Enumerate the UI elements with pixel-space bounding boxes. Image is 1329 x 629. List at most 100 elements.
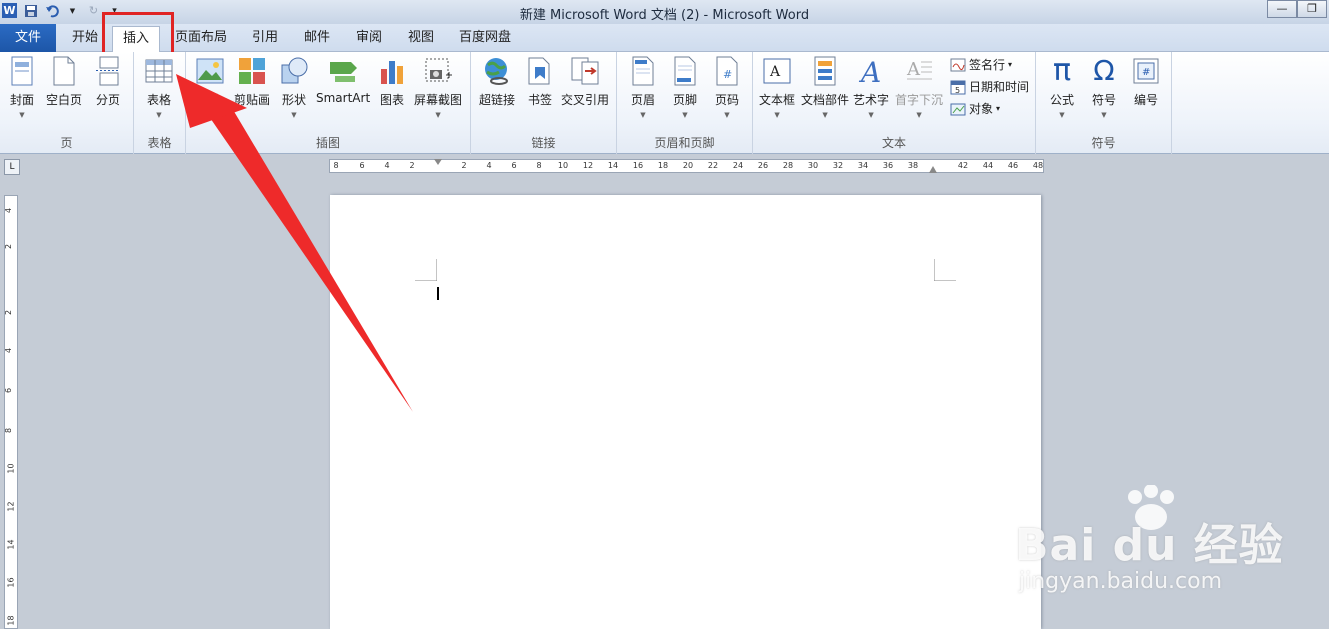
ruler-tick: 2 — [4, 243, 14, 250]
group-label-illustrations: 插图 — [315, 136, 340, 150]
signature-line-button[interactable]: 签名行 ▾ — [950, 56, 1012, 73]
ruler-tick: 4 — [4, 207, 14, 214]
chevron-down-icon: ▼ — [868, 111, 874, 119]
ruler-tick: 42 — [957, 161, 969, 170]
chevron-down-icon: ▼ — [822, 111, 828, 119]
margin-corner-left — [415, 259, 437, 281]
equation-button[interactable]: π 公式 ▼ — [1048, 56, 1076, 120]
group-label-symbols: 符号 — [1091, 136, 1116, 150]
bookmark-button[interactable]: 书签 — [526, 56, 554, 108]
screenshot-button[interactable]: 屏幕截图 ▼ — [414, 56, 462, 119]
symbol-button[interactable]: Ω 符号 ▼ — [1090, 54, 1118, 120]
tab-review[interactable]: 审阅 — [348, 26, 390, 52]
watermark-brand: Bai du 经验 — [1015, 520, 1284, 571]
chevron-down-icon: ▼ — [291, 111, 297, 119]
tab-file[interactable]: 文件 — [0, 24, 56, 52]
page-number-icon: # — [713, 56, 741, 86]
ruler-tick: 6 — [359, 161, 365, 170]
cover-page-icon — [8, 56, 36, 86]
ruler-tick: 32 — [832, 161, 844, 170]
group-label-header-footer: 页眉和页脚 — [654, 136, 715, 150]
clip-art-icon — [238, 56, 266, 86]
chevron-down-icon: ▼ — [19, 111, 25, 119]
chevron-down-icon: ▼ — [435, 111, 441, 119]
ruler-tick: 12 — [582, 161, 594, 170]
cross-reference-button[interactable]: 交叉引用 — [561, 56, 609, 108]
ruler-tick: 10 — [557, 161, 569, 170]
ruler-tick: 16 — [632, 161, 644, 170]
group-label-text: 文本 — [881, 136, 906, 150]
clip-art-button[interactable]: 剪贴画 — [234, 56, 270, 108]
tab-mailings[interactable]: 邮件 — [296, 26, 338, 52]
date-time-button[interactable]: 5 日期和时间 — [950, 78, 1029, 95]
svg-text:A: A — [858, 56, 881, 86]
hyperlink-icon — [483, 56, 511, 86]
svg-text:#: # — [723, 68, 732, 81]
left-indent-marker[interactable] — [434, 159, 442, 173]
text-box-button[interactable]: A 文本框 ▼ — [759, 56, 795, 119]
smartart-button[interactable]: SmartArt — [316, 56, 370, 105]
group-links: 超链接 书签 交叉引用 链接 — [471, 52, 617, 154]
chevron-down-icon: ▼ — [682, 111, 688, 119]
calendar-icon: 5 — [950, 79, 966, 95]
header-button[interactable]: 页眉 ▼ — [629, 56, 657, 119]
drop-cap-button[interactable]: A 首字下沉 ▼ — [895, 56, 943, 119]
chevron-down-icon: ▾ — [1008, 60, 1013, 69]
hyperlink-button[interactable]: 超链接 — [479, 56, 515, 108]
tab-selector[interactable]: L — [4, 159, 20, 175]
horizontal-ruler[interactable]: 8 6 4 2 2 4 6 8 10 12 14 16 18 20 22 24 26 28 30 32 34 36 38 42… — [329, 159, 1044, 173]
page-break-button[interactable]: 分页 — [94, 56, 122, 108]
text-cursor — [437, 287, 439, 300]
ruler-tick: 2 — [409, 161, 415, 170]
document-page[interactable] — [330, 195, 1041, 629]
shapes-button[interactable]: 形状 ▼ — [280, 56, 308, 119]
window-title: 新建 Microsoft Word 文档 (2) - Microsoft Wor… — [519, 8, 810, 23]
chevron-down-icon: ▼ — [156, 111, 162, 119]
ribbon-tabs: 文件 开始 插入 页面布局 引用 邮件 审阅 视图 百度网盘 — [0, 24, 1329, 52]
group-symbols: π 公式 ▼ Ω 符号 ▼ # 编号 符号 — [1036, 52, 1172, 154]
restore-button[interactable]: ❐ — [1297, 0, 1327, 18]
ruler-tick: 2 — [4, 309, 14, 316]
vertical-ruler[interactable]: 4 2 2 4 6 8 10 12 14 16 18 — [4, 195, 18, 629]
ruler-tick: 8 — [4, 427, 14, 434]
ruler-tick: 12 — [6, 501, 16, 512]
tab-baidu-netdisk[interactable]: 百度网盘 — [452, 26, 518, 52]
ruler-tick: 18 — [657, 161, 669, 170]
chevron-down-icon: ▼ — [1101, 111, 1107, 119]
group-label-tables: 表格 — [147, 136, 172, 150]
table-button[interactable]: 表格 ▼ — [145, 56, 173, 119]
minimize-button[interactable]: — — [1267, 0, 1297, 18]
group-tables: 表格 ▼ 表格 — [134, 52, 186, 154]
cross-reference-icon — [571, 56, 599, 86]
tab-view[interactable]: 视图 — [400, 26, 442, 52]
cover-page-button[interactable]: 封面 ▼ — [8, 56, 36, 119]
footer-button[interactable]: 页脚 ▼ — [671, 56, 699, 119]
ruler-tick: 16 — [6, 577, 16, 588]
omega-icon: Ω — [1093, 54, 1115, 87]
drop-cap-icon: A — [905, 56, 933, 86]
window-controls: — ❐ — [1267, 0, 1327, 18]
quick-parts-button[interactable]: 文档部件 ▼ — [801, 56, 849, 119]
object-button[interactable]: 对象 ▾ — [950, 100, 1000, 117]
ruler-tick: 48 — [1032, 161, 1044, 170]
right-indent-marker[interactable] — [929, 166, 937, 173]
blank-page-button[interactable]: 空白页 — [46, 56, 82, 108]
ruler-tick: 6 — [511, 161, 517, 170]
picture-button[interactable]: 图片 — [196, 56, 224, 108]
wordart-button[interactable]: A 艺术字 ▼ — [853, 56, 889, 119]
chart-button[interactable]: 图表 — [378, 56, 406, 108]
tab-page-layout[interactable]: 页面布局 — [172, 26, 230, 52]
svg-text:#: # — [1142, 67, 1150, 78]
number-button[interactable]: # 编号 — [1132, 56, 1160, 108]
smartart-icon — [329, 56, 358, 86]
ruler-tick: 8 — [536, 161, 542, 170]
ruler-tick: 10 — [6, 463, 16, 474]
ruler-tick: 22 — [707, 161, 719, 170]
bookmark-icon — [526, 56, 554, 86]
blank-page-icon — [50, 56, 78, 86]
page-number-button[interactable]: # 页码 ▼ — [713, 56, 741, 119]
ruler-tick: 46 — [1007, 161, 1019, 170]
tab-references[interactable]: 引用 — [244, 26, 286, 52]
ribbon: 封面 ▼ 空白页 分页 页 表格 ▼ 表格 图片 剪贴画 形状 ▼ SmartA… — [0, 52, 1329, 154]
wordart-icon: A — [857, 56, 885, 86]
